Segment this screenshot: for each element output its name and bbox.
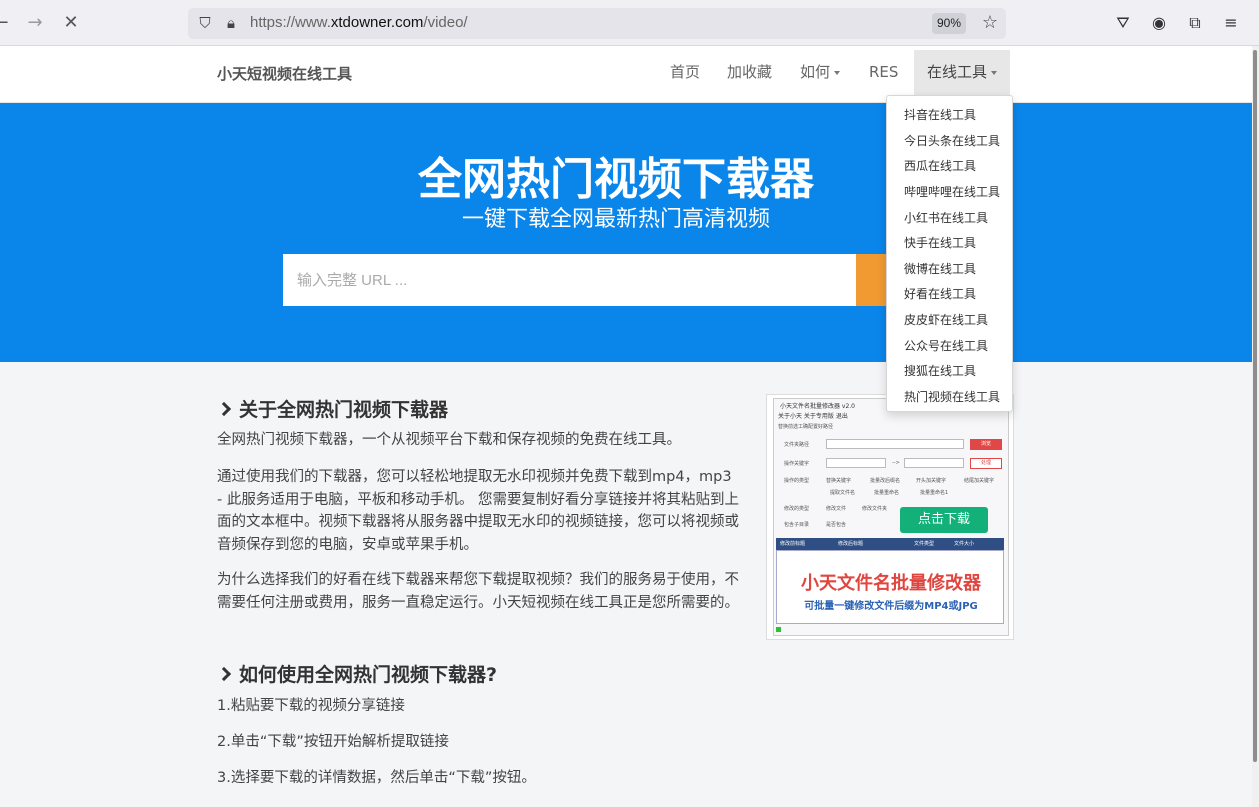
main-content: 关于全网热门视频下载器 全网热门视频下载器，一个从视频平台下载和保存视频的免费在… xyxy=(0,362,1252,807)
pocket-icon[interactable]: ⛛ xyxy=(1110,10,1136,36)
promo-tagline: 可批量一键修改文件后缀为MP4或JPG xyxy=(804,601,978,612)
promo-row-label: 操作关键字 xyxy=(784,461,810,467)
dropdown-item-toutiao[interactable]: 今日头条在线工具 xyxy=(904,132,1000,149)
extensions-icon[interactable]: ⧉ xyxy=(1182,10,1208,36)
browser-toolbar: ← → ✕ ⛉ 🔒︎ https://www.xtdowner.com/vide… xyxy=(0,0,1259,46)
nav-home[interactable]: 首页 xyxy=(670,46,700,99)
dropdown-item-douyin[interactable]: 抖音在线工具 xyxy=(904,106,976,123)
promo-option: 提取文件名 xyxy=(830,490,856,496)
stop-icon[interactable]: ✕ xyxy=(58,10,84,36)
promo-browse-button: 浏览 xyxy=(970,439,1002,450)
dropdown-item-kuaishou[interactable]: 快手在线工具 xyxy=(904,234,976,251)
menu-icon[interactable]: ≡ xyxy=(1218,10,1244,36)
shield-icon[interactable]: ⛉ xyxy=(194,12,216,34)
dropdown-item-pipixia[interactable]: 皮皮虾在线工具 xyxy=(904,311,988,328)
promo-process-button: 处理 xyxy=(970,458,1002,469)
dropdown-item-xiaohongshu[interactable]: 小红书在线工具 xyxy=(904,209,988,226)
promo-option: 修改文件夹 xyxy=(862,506,888,512)
promo-window-title: 小天文件名批量修改器 v2.0 xyxy=(780,403,856,410)
promo-table-header: 修改前标题 修改后标题 文件类型 文件大小 xyxy=(776,538,1004,550)
promo-option: 批量重命名1 xyxy=(920,490,949,496)
url-input[interactable] xyxy=(283,254,856,306)
promo-group-label: 替换前选工确配置好路径 xyxy=(778,424,834,430)
dropdown-item-xigua[interactable]: 西瓜在线工具 xyxy=(904,157,976,174)
hero-subtitle: 一键下载全网最新热门高清视频 xyxy=(461,207,770,232)
account-icon[interactable]: ◉ xyxy=(1146,10,1172,36)
caret-down-icon xyxy=(991,70,998,75)
promo-image[interactable]: 小天文件名批量修改器 v2.0 关于小天 关于专用版 退出 替换前选工确配置好路… xyxy=(766,394,1014,640)
caret-down-icon xyxy=(834,70,841,75)
hero-title: 全网热门视频下载器 xyxy=(418,154,814,205)
nav-howto[interactable]: 如何 xyxy=(800,46,841,99)
howto-step-3: 3.选择要下载的详情数据，然后单击“下载”按钮。 xyxy=(217,770,536,786)
promo-option: 批量重命名 xyxy=(874,490,900,496)
howto-step-1: 1.粘贴要下载的视频分享链接 xyxy=(217,698,405,714)
promo-field xyxy=(826,439,964,449)
back-icon[interactable]: ← xyxy=(0,10,14,36)
promo-table-col: 修改后标题 xyxy=(838,541,864,547)
howto-step-2: 2.单击“下载”按钮开始解析提取链接 xyxy=(217,734,449,750)
promo-row-label: 操作的类型 xyxy=(784,478,810,484)
dropdown-item-weibo[interactable]: 微博在线工具 xyxy=(904,260,976,277)
nav-bookmark[interactable]: 加收藏 xyxy=(727,46,772,99)
promo-row-label: 修改的类型 xyxy=(784,506,810,512)
site-brand[interactable]: 小天短视频在线工具 xyxy=(217,63,352,84)
address-bar[interactable]: ⛉ 🔒︎ https://www.xtdowner.com/video/ 90%… xyxy=(188,8,1006,39)
promo-status-dot xyxy=(776,627,781,632)
url-text[interactable]: https://www.xtdowner.com/video/ xyxy=(250,14,468,31)
promo-app-window: 小天文件名批量修改器 v2.0 关于小天 关于专用版 退出 替换前选工确配置好路… xyxy=(773,398,1009,636)
zoom-level-badge[interactable]: 90% xyxy=(932,13,967,34)
promo-table-col: 修改前标题 xyxy=(780,541,806,547)
promo-option: 修改文件 xyxy=(826,506,847,512)
promo-option: 结尾加关键字 xyxy=(964,478,995,484)
about-paragraph-3: 为什么选择我们的好看在线下载器来帮您下载提取视频？我们的服务易于使用，不需要任何… xyxy=(217,572,739,611)
dropdown-item-bilibili[interactable]: 哔哩哔哩在线工具 xyxy=(904,183,1000,200)
about-paragraph-2: 通过使用我们的下载器，您可以轻松地提取无水印视频并免费下载到mp4，mp3 - … xyxy=(217,469,739,553)
dropdown-item-hot-video[interactable]: 热门视频在线工具 xyxy=(904,388,1000,405)
about-heading: 关于全网热门视频下载器 xyxy=(216,395,448,422)
hero-banner: 全网热门视频下载器 一键下载全网最新热门高清视频 xyxy=(0,103,1252,362)
promo-arrow: --> xyxy=(892,460,900,466)
online-tools-dropdown: 抖音在线工具 今日头条在线工具 西瓜在线工具 哔哩哔哩在线工具 小红书在线工具 … xyxy=(886,95,1013,412)
bookmark-star-icon[interactable]: ☆ xyxy=(979,12,1001,34)
scrollbar-thumb[interactable] xyxy=(1253,50,1257,762)
promo-option: 替换关键字 xyxy=(826,478,852,484)
lock-icon[interactable]: 🔒︎ xyxy=(220,12,242,34)
dropdown-item-haokan[interactable]: 好看在线工具 xyxy=(904,285,976,302)
promo-option: 批量改后缀名 xyxy=(870,478,901,484)
forward-icon[interactable]: → xyxy=(22,10,48,36)
promo-table-body: 小天文件名批量修改器 可批量一键修改文件后缀为MP4或JPG xyxy=(776,550,1004,624)
site-navbar: 小天短视频在线工具 首页 加收藏 如何 RES 在线工具 xyxy=(0,46,1252,103)
promo-headline: 小天文件名批量修改器 xyxy=(801,573,981,594)
promo-download-button: 点击下载 xyxy=(900,507,988,533)
dropdown-item-gongzhonghao[interactable]: 公众号在线工具 xyxy=(904,337,988,354)
promo-window-menu: 关于小天 关于专用版 退出 xyxy=(778,413,848,420)
chevron-right-icon xyxy=(216,401,232,417)
promo-row-label: 文件夹路径 xyxy=(784,442,810,448)
howto-heading: 如何使用全网热门视频下载器? xyxy=(216,660,497,687)
nav-online-tools[interactable]: 在线工具 xyxy=(914,50,1011,99)
promo-table-col: 文件类型 xyxy=(914,541,935,547)
about-paragraph-1: 全网热门视频下载器，一个从视频平台下载和保存视频的免费在线工具。 xyxy=(217,432,681,448)
promo-option: 是否包含 xyxy=(826,522,847,528)
promo-row-label: 包含子目录 xyxy=(784,522,810,528)
nav-res[interactable]: RES xyxy=(869,46,898,99)
chevron-right-icon xyxy=(216,666,232,682)
dropdown-item-sohu[interactable]: 搜狐在线工具 xyxy=(904,362,976,379)
promo-field xyxy=(826,458,886,468)
promo-field xyxy=(904,458,964,468)
promo-table-col: 文件大小 xyxy=(954,541,975,547)
promo-option: 开头加关键字 xyxy=(916,478,947,484)
